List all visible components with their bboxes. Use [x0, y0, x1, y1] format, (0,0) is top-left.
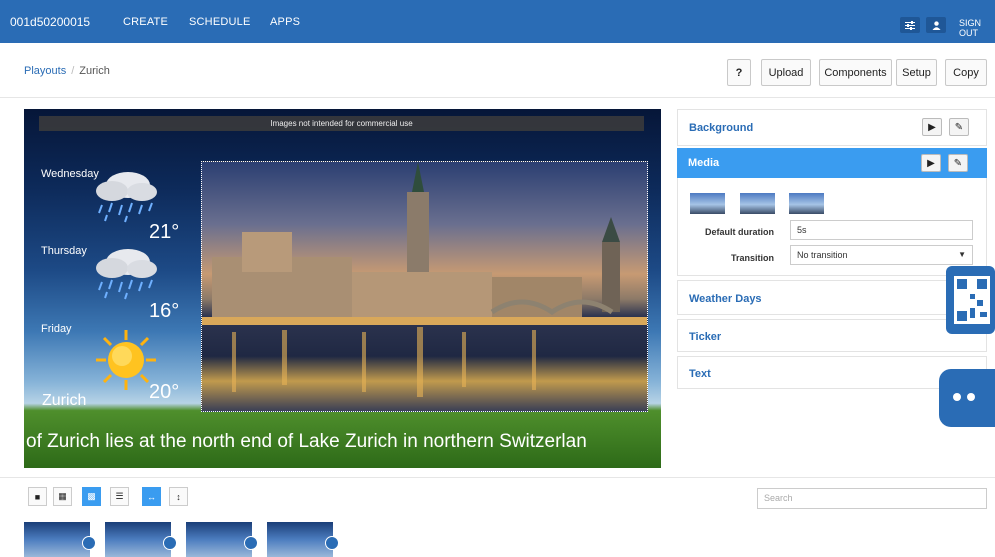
- media-title: Media: [688, 157, 720, 169]
- signout-link[interactable]: SIGN OUT: [959, 18, 995, 38]
- transition-select[interactable]: No transition ▼: [790, 245, 973, 265]
- library-item[interactable]: [186, 522, 258, 557]
- image-badge-icon: [82, 536, 96, 550]
- vertical-icon[interactable]: ↕: [169, 487, 188, 506]
- day-label-3: Friday: [41, 323, 72, 335]
- upload-button[interactable]: Upload: [761, 59, 811, 86]
- divider: [0, 477, 995, 478]
- sliders-icon[interactable]: [900, 17, 920, 33]
- temp-1: 21°: [149, 221, 180, 243]
- ticker-title: Ticker: [689, 331, 722, 343]
- nav-schedule[interactable]: SCHEDULE: [189, 16, 251, 28]
- weather-days-title: Weather Days: [689, 293, 762, 305]
- eraser-icon[interactable]: ▶: [921, 154, 941, 172]
- caret-down-icon: ▼: [958, 250, 966, 259]
- eraser-icon[interactable]: ▶: [922, 118, 942, 136]
- news-ticker: of Zurich lies at the north end of Lake …: [26, 431, 587, 452]
- breadcrumb: Playouts / Zurich: [24, 65, 110, 77]
- view-single-icon[interactable]: ■: [28, 487, 47, 506]
- default-duration-label: Default duration: [705, 227, 774, 237]
- default-duration-input[interactable]: 5s: [790, 220, 973, 240]
- media-thumbnail[interactable]: [789, 193, 824, 214]
- temp-3: 20°: [149, 381, 180, 403]
- divider: [0, 97, 995, 98]
- breadcrumb-separator: /: [71, 65, 75, 77]
- transition-label: Transition: [730, 253, 774, 263]
- weather-days-section[interactable]: Weather Days: [677, 280, 987, 315]
- view-grid-small-icon[interactable]: ▩: [82, 487, 101, 506]
- view-list-icon[interactable]: ☰: [110, 487, 129, 506]
- temp-2: 16°: [149, 300, 180, 322]
- nav-create[interactable]: CREATE: [123, 16, 168, 28]
- nav-apps[interactable]: APPS: [270, 16, 300, 28]
- setup-button[interactable]: Setup: [896, 59, 937, 86]
- media-thumbnail[interactable]: [690, 193, 725, 214]
- pencil-icon[interactable]: ✎: [949, 118, 969, 136]
- media-thumbnail[interactable]: [740, 193, 775, 214]
- help-button[interactable]: ?: [727, 59, 751, 86]
- media-zone[interactable]: [201, 161, 648, 412]
- search-input[interactable]: Search: [757, 488, 987, 509]
- breadcrumb-playouts[interactable]: Playouts: [24, 65, 66, 77]
- image-badge-icon: [244, 536, 258, 550]
- library-item[interactable]: [267, 522, 339, 557]
- user-icon[interactable]: [926, 17, 946, 33]
- view-grid-large-icon[interactable]: ▦: [53, 487, 72, 506]
- device-id[interactable]: 001d50200015: [10, 15, 90, 29]
- image-badge-icon: [325, 536, 339, 550]
- breadcrumb-current: Zurich: [79, 65, 110, 77]
- zurich-skyline-image: [202, 162, 647, 397]
- library-item[interactable]: [24, 522, 96, 557]
- background-title: Background: [689, 122, 754, 134]
- city-label: Zurich: [42, 392, 87, 409]
- copy-button[interactable]: Copy: [945, 59, 987, 86]
- media-section-header[interactable]: Media ▶ ✎: [677, 148, 987, 178]
- ticker-section[interactable]: Ticker: [677, 319, 987, 352]
- horizontal-icon[interactable]: ↔: [142, 487, 161, 506]
- transition-value: No transition: [797, 250, 848, 260]
- background-section[interactable]: Background ▶ ✎: [677, 109, 987, 146]
- image-badge-icon: [163, 536, 177, 550]
- playout-preview[interactable]: Images not intended for commercial use W…: [24, 109, 661, 468]
- qr-code-icon: [946, 266, 995, 334]
- day-label-2: Thursday: [41, 245, 87, 257]
- pencil-icon[interactable]: ✎: [948, 154, 968, 172]
- chat-bubble-icon: [939, 369, 995, 427]
- components-button[interactable]: Components: [819, 59, 892, 86]
- library-item[interactable]: [105, 522, 177, 557]
- rain-cloud-icon: [96, 249, 157, 300]
- rain-cloud-icon: [96, 172, 157, 223]
- top-navbar: 001d50200015 CREATE SCHEDULE APPS SIGN O…: [0, 0, 995, 43]
- text-title: Text: [689, 368, 711, 380]
- commercial-use-notice: Images not intended for commercial use: [39, 116, 644, 131]
